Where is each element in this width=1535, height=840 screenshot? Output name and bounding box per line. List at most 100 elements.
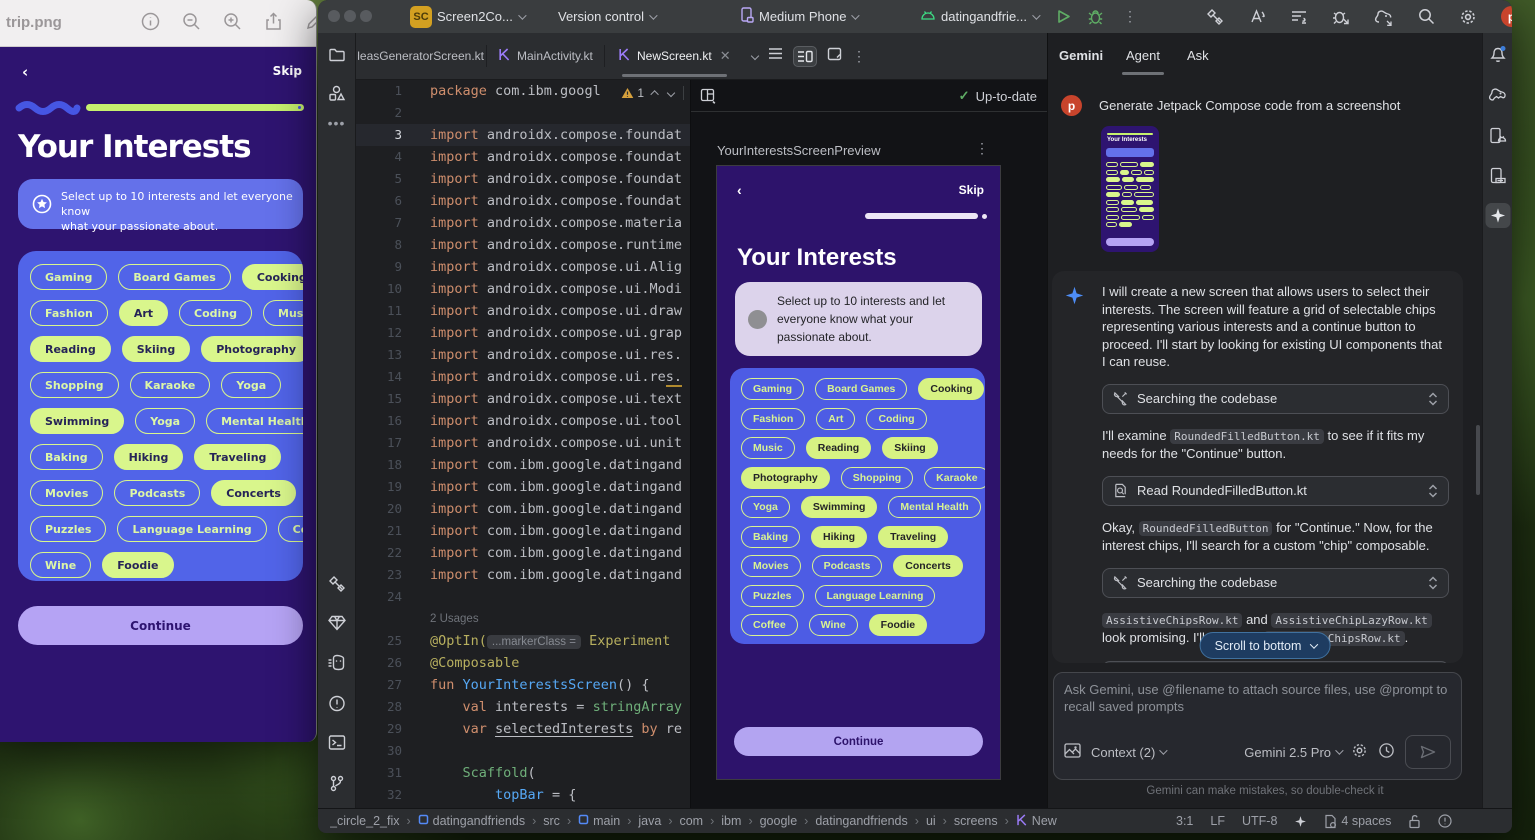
indent-setting[interactable]: 4 spaces — [1324, 814, 1391, 829]
error-indicator-icon[interactable] — [1438, 814, 1452, 828]
code-line[interactable]: 32 topBar = { — [356, 784, 690, 806]
code-line[interactable]: 29 var selectedInterests by re — [356, 718, 690, 740]
info-icon[interactable] — [141, 12, 160, 31]
attached-screenshot-thumbnail[interactable]: Your Interests — [1101, 126, 1159, 252]
markup-pencil-icon[interactable] — [305, 12, 317, 31]
close-tab-icon[interactable]: ✕ — [720, 48, 731, 64]
preview-layout-icon[interactable] — [700, 88, 716, 107]
attach-image-icon[interactable] — [1064, 743, 1081, 761]
expand-collapse-icon[interactable] — [1428, 392, 1438, 406]
code-line[interactable]: 2 — [356, 102, 690, 124]
search-everywhere-button[interactable] — [1418, 8, 1435, 25]
expand-collapse-icon[interactable] — [1428, 484, 1438, 498]
logcat-tool-icon[interactable] — [327, 655, 346, 671]
code-line[interactable]: 8import androidx.compose.runtime — [356, 234, 690, 256]
minimize-window-button[interactable] — [344, 10, 356, 22]
tab-newscreen[interactable]: NewScreen.kt ✕ — [618, 33, 731, 79]
build-tool-icon[interactable] — [328, 575, 346, 593]
inspections-widget[interactable]: 1 — [617, 83, 688, 103]
breadcrumb-item[interactable]: screens — [954, 814, 998, 828]
code-line[interactable]: 18import com.ibm.google.datingand — [356, 454, 690, 476]
code-editor[interactable]: 1package com.ibm.googl23import androidx.… — [356, 80, 690, 808]
zoom-window-button[interactable] — [360, 10, 372, 22]
history-icon[interactable] — [1378, 742, 1395, 762]
run-button[interactable] — [1056, 0, 1071, 33]
cursor-position[interactable]: 3:1 — [1176, 814, 1193, 828]
scroll-to-bottom-button[interactable]: Scroll to bottom — [1200, 632, 1331, 659]
code-line[interactable]: 5import androidx.compose.foundat — [356, 168, 690, 190]
code-line[interactable]: 21import com.ibm.google.datingand — [356, 520, 690, 542]
tab-ask[interactable]: Ask — [1187, 48, 1209, 63]
context-dropdown[interactable]: Context (2) — [1091, 745, 1165, 760]
model-selector[interactable]: Gemini 2.5 Pro — [1244, 745, 1341, 760]
version-control-tool-icon[interactable] — [329, 775, 344, 792]
code-line[interactable]: 3import androidx.compose.foundat — [356, 124, 690, 146]
resource-manager-icon[interactable] — [328, 85, 345, 102]
line-separator[interactable]: LF — [1210, 814, 1225, 828]
code-line[interactable]: 19import com.ibm.google.datingand — [356, 476, 690, 498]
unlock-icon[interactable] — [1408, 814, 1421, 829]
code-line[interactable]: 14import androidx.compose.ui.res. — [356, 366, 690, 388]
code-line[interactable]: 11import androidx.compose.ui.draw — [356, 300, 690, 322]
breadcrumb-item[interactable]: main — [578, 814, 620, 828]
code-line[interactable]: 31 Scaffold( — [356, 762, 690, 784]
vcs-widget[interactable]: Version control — [558, 0, 655, 33]
code-line[interactable]: 23import com.ibm.google.datingand — [356, 564, 690, 586]
code-line[interactable]: 28 val interests = stringArray — [356, 696, 690, 718]
tool-call-card[interactable]: Searching the codebase — [1102, 568, 1449, 598]
code-line[interactable]: 20import com.ibm.google.datingand — [356, 498, 690, 520]
zoom-in-icon[interactable] — [223, 12, 242, 31]
gemini-chat[interactable]: p Generate Jetpack Compose code from a s… — [1048, 80, 1482, 672]
editor-options-kebab[interactable]: ⋮ — [852, 48, 866, 65]
gemini-prompt-input[interactable] — [1064, 681, 1451, 733]
code-line[interactable]: 16import androidx.compose.ui.tool — [356, 410, 690, 432]
code-line[interactable]: 10import androidx.compose.ui.Modi — [356, 278, 690, 300]
code-line[interactable]: 27fun YourInterestsScreen() { — [356, 674, 690, 696]
code-line[interactable]: 12import androidx.compose.ui.grap — [356, 322, 690, 344]
project-widget[interactable]: SC Screen2Co... — [410, 0, 524, 33]
breadcrumb-item[interactable]: New — [1016, 814, 1057, 829]
breadcrumb-item[interactable]: java — [638, 814, 661, 828]
breadcrumb[interactable]: _circle_2_fix›datingandfriends›src›main›… — [330, 814, 1160, 829]
breadcrumb-item[interactable]: datingandfriends — [815, 814, 907, 828]
settings-button[interactable] — [1459, 8, 1477, 26]
breadcrumb-item[interactable]: src — [543, 814, 560, 828]
send-button[interactable] — [1405, 735, 1451, 769]
module-selector[interactable]: datingandfrie... — [920, 0, 1038, 33]
more-actions-kebab[interactable]: ⋮ — [1123, 0, 1137, 33]
code-line[interactable]: 7import androidx.compose.materia — [356, 212, 690, 234]
gemini-tool-icon[interactable] — [1485, 203, 1510, 228]
code-usages-hint[interactable]: 2 Usages — [356, 608, 690, 630]
breadcrumb-item[interactable]: ibm — [721, 814, 741, 828]
breadcrumb-item[interactable]: ui — [926, 814, 936, 828]
code-line[interactable]: 22import com.ibm.google.datingand — [356, 542, 690, 564]
code-line[interactable]: 24 — [356, 586, 690, 608]
share-icon[interactable] — [264, 12, 283, 31]
expand-collapse-icon[interactable] — [1428, 576, 1438, 590]
code-line[interactable]: 13import androidx.compose.ui.res. — [356, 344, 690, 366]
attach-debugger-button[interactable] — [1332, 8, 1350, 26]
code-line[interactable]: 9import androidx.compose.ui.Alig — [356, 256, 690, 278]
tab-dateideasgeneratorscreen[interactable]: ateIdeasGeneratorScreen.kt — [358, 33, 484, 79]
app-quality-insights-icon[interactable] — [328, 615, 346, 631]
code-line[interactable]: 25@OptIn(...markerClass = Experiment — [356, 630, 690, 652]
prev-problem-chevron[interactable] — [650, 90, 658, 98]
code-line[interactable]: 26@Composable — [356, 652, 690, 674]
breadcrumb-item[interactable]: google — [760, 814, 798, 828]
code-line[interactable]: 30 — [356, 740, 690, 762]
terminal-tool-icon[interactable] — [328, 735, 345, 750]
tab-agent[interactable]: Agent — [1126, 48, 1160, 63]
split-view-button[interactable] — [793, 46, 817, 67]
tab-list-chevron-icon[interactable] — [751, 52, 759, 60]
preview-options-kebab[interactable]: ⋮ — [975, 140, 989, 157]
problems-tool-icon[interactable] — [328, 695, 345, 712]
code-line[interactable]: 15import androidx.compose.ui.text — [356, 388, 690, 410]
tab-mainactivity[interactable]: MainActivity.kt — [498, 33, 593, 79]
device-explorer-icon[interactable] — [1490, 167, 1506, 185]
tool-call-card[interactable]: Read AssistiveChipsRow.kt — [1102, 661, 1449, 664]
build-button[interactable] — [1206, 8, 1224, 26]
ai-status-icon[interactable] — [1294, 815, 1307, 828]
design-view-button[interactable] — [827, 47, 842, 66]
preview-titlebar[interactable]: trip.png — [0, 0, 316, 47]
running-devices-icon[interactable] — [1489, 127, 1506, 145]
